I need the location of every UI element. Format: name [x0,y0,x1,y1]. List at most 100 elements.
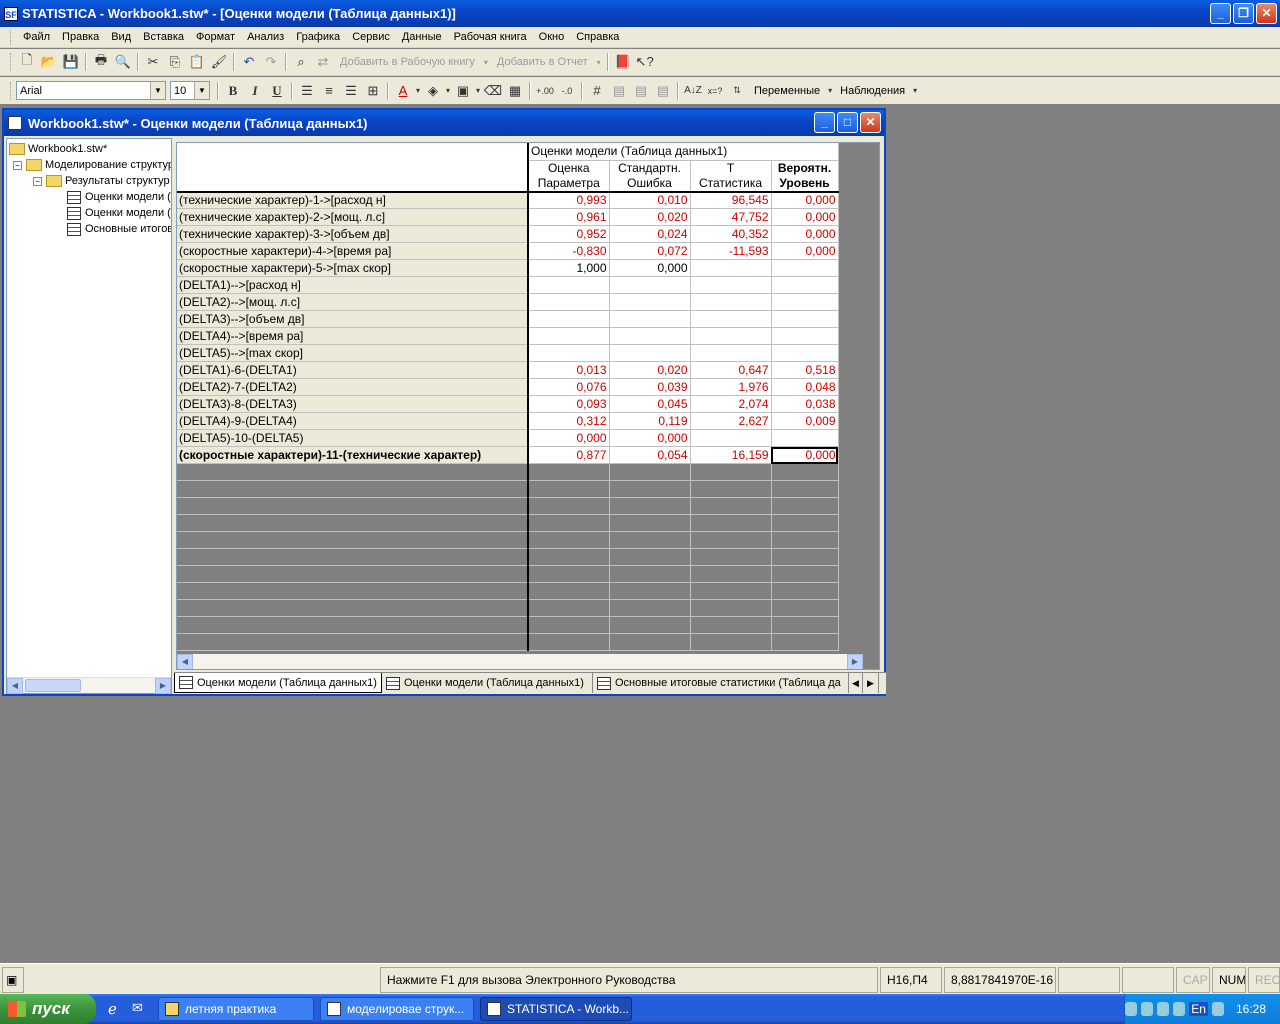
row-header[interactable]: (технические характер)-2->[мощ. л.с] [177,208,529,226]
table-cell[interactable]: 0,000 [771,225,839,243]
table-cell[interactable]: 0,000 [771,446,839,464]
table-cell[interactable] [690,310,772,328]
table-cell[interactable]: 0,054 [609,446,691,464]
menu-insert[interactable]: Вставка [137,28,190,47]
tree-item-estimates-1[interactable]: Оценки модели ( [67,189,171,205]
book-icon[interactable]: 📕 [612,51,634,73]
row-header[interactable]: (скоростные характери)-4->[время ра] [177,242,529,260]
menu-data[interactable]: Данные [396,28,448,47]
table-cell[interactable]: 0,024 [609,225,691,243]
menu-tools[interactable]: Сервис [346,28,396,47]
language-indicator[interactable]: En [1189,1002,1208,1016]
copy-icon[interactable]: ⎘ [164,51,186,73]
print-preview-icon[interactable]: 🔍 [112,51,134,73]
table-cell[interactable]: 0,000 [771,208,839,226]
table-cell[interactable]: 0,312 [528,412,610,430]
tab-estimates-2[interactable]: Оценки модели (Таблица данных1) [382,673,593,693]
table-cell[interactable]: 0,000 [771,242,839,260]
add-to-workbook-button[interactable]: Добавить в Рабочую книгу [334,56,481,68]
menu-workbook[interactable]: Рабочая книга [448,28,533,47]
task-summer-practice[interactable]: летняя практика [158,997,314,1021]
tree-horizontal-scrollbar[interactable]: ◀ ▶ [7,677,171,694]
table-cell[interactable]: 0,076 [528,378,610,396]
row-header[interactable]: (DELTA5)-->[max скор] [177,344,529,362]
bold-button[interactable]: B [222,80,244,102]
horizontal-scrollbar[interactable]: ◀ ▶ [177,654,863,669]
font-color-icon[interactable]: A [392,80,414,102]
task-word-document[interactable]: моделировае струк... [320,997,474,1021]
menu-window[interactable]: Окно [533,28,571,47]
scroll-left-icon[interactable]: ◀ [7,678,23,694]
tree-item-workbook[interactable]: Workbook1.stw* [9,141,171,157]
table-cell[interactable] [771,310,839,328]
redo-icon[interactable]: ↷ [260,51,282,73]
workbook-title-bar[interactable]: Workbook1.stw* - Оценки модели (Таблица … [4,110,884,136]
row-header[interactable]: (DELTA4)-9-(DELTA4) [177,412,529,430]
table-cell[interactable]: 0,045 [609,395,691,413]
table-cell[interactable] [609,310,691,328]
collapse-icon[interactable]: − [33,176,42,186]
underline-button[interactable]: U [266,80,288,102]
tab-estimates-1[interactable]: Оценки модели (Таблица данных1) [174,673,382,693]
app-title-bar[interactable]: SF STATISTICA - Workbook1.stw* - [Оценки… [0,0,1280,27]
table-cell[interactable]: -11,593 [690,242,772,260]
merge-icon[interactable]: ⊞ [362,80,384,102]
tray-monitor-icon[interactable] [1211,1002,1224,1016]
table-settings-icon[interactable]: ▤ [630,80,652,102]
table-cell[interactable] [690,429,772,447]
tab-scroll-left-icon[interactable]: ◀ [849,673,863,693]
transpose-icon[interactable]: ⇅ [726,80,748,102]
open-folder-icon[interactable]: 📂 [38,51,60,73]
table-cell[interactable]: 16,159 [690,446,772,464]
table-print-icon[interactable]: ▤ [652,80,674,102]
tab-scroll-right-icon[interactable]: ▶ [863,673,879,693]
table-cell[interactable] [771,293,839,311]
minimize-button[interactable]: _ [1210,3,1231,24]
italic-button[interactable]: I [244,80,266,102]
scroll-right-icon[interactable]: ▶ [155,678,171,694]
table-cell[interactable]: 0,119 [609,412,691,430]
row-header[interactable]: (DELTA2)-7-(DELTA2) [177,378,529,396]
chevron-down-icon[interactable]: ▼ [150,82,165,99]
row-header[interactable]: (скоростные характери)-5->[max скор] [177,259,529,277]
print-icon[interactable]: 🖶 [90,51,112,73]
chevron-down-icon[interactable]: ▼ [194,82,209,99]
scroll-right-icon[interactable]: ▶ [847,654,863,669]
table-grid-icon[interactable]: # [586,80,608,102]
find-binoculars-icon[interactable]: ⌕ [290,51,312,73]
workbook-maximize-button[interactable]: □ [837,112,858,133]
tree-item-estimates-2[interactable]: Оценки модели ( [67,205,171,221]
increase-decimal-icon[interactable]: +.00 [534,80,556,102]
borders-icon[interactable]: ▣ [452,80,474,102]
table-cell[interactable] [528,310,610,328]
table-cell[interactable]: 0,877 [528,446,610,464]
workbook-minimize-button[interactable]: _ [814,112,835,133]
eraser-icon[interactable]: ⌫ [482,80,504,102]
font-size-select[interactable]: 10 ▼ [170,81,210,100]
antivirus-icon[interactable] [1157,1002,1170,1016]
collapse-icon[interactable]: − [13,160,22,170]
undo-icon[interactable]: ↶ [238,51,260,73]
chevron-down-icon[interactable]: ▾ [474,80,482,102]
table-cell[interactable]: 0,647 [690,361,772,379]
chevron-down-icon[interactable]: ▾ [414,80,422,102]
save-icon[interactable]: 💾 [60,51,82,73]
scrollbar-thumb[interactable] [25,679,81,692]
task-statistica[interactable]: STATISTICA - Workb... [480,997,632,1021]
row-header[interactable]: (DELTA1)-->[расход н] [177,276,529,294]
formula-icon[interactable]: x=? [704,80,726,102]
format-painter-icon[interactable]: 🖌 [208,51,230,73]
column-header[interactable]: Вероятн. Уровень [771,160,839,193]
table-cell[interactable] [690,327,772,345]
menu-file[interactable]: Файл [17,28,56,47]
menu-analysis[interactable]: Анализ [241,28,290,47]
row-header[interactable]: (DELTA2)-->[мощ. л.с] [177,293,529,311]
menu-edit[interactable]: Правка [56,28,105,47]
row-header[interactable]: (DELTA1)-6-(DELTA1) [177,361,529,379]
table-cell[interactable]: 0,039 [609,378,691,396]
table-cell[interactable] [528,344,610,362]
row-header[interactable]: (DELTA5)-10-(DELTA5) [177,429,529,447]
menu-view[interactable]: Вид [105,28,137,47]
table-cell[interactable] [771,276,839,294]
fill-color-icon[interactable]: ◈ [422,80,444,102]
